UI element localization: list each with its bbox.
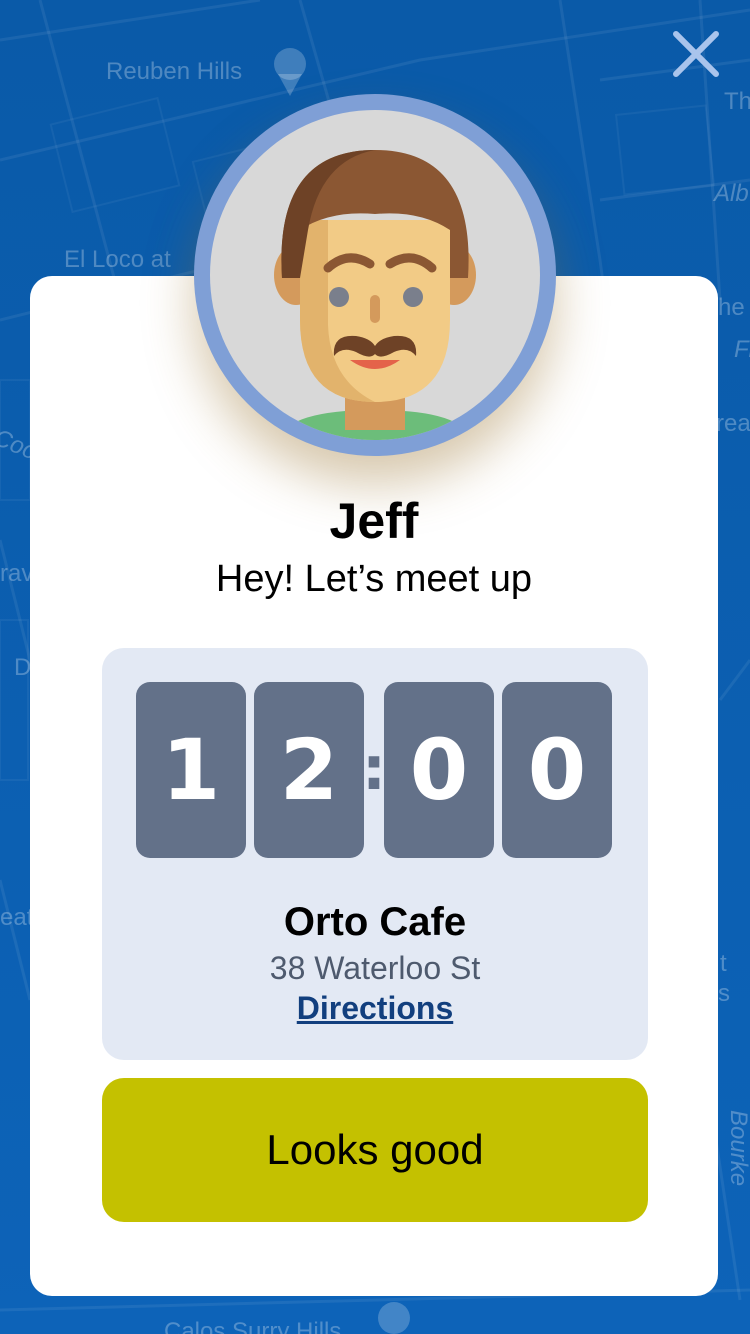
venue-address: 38 Waterloo St	[269, 950, 481, 986]
looks-good-button[interactable]: Looks good	[102, 1078, 648, 1222]
shop-pin-icon	[378, 1302, 410, 1334]
map-label-eat: eat	[0, 904, 34, 931]
time-digit-minute-ones: 0	[502, 682, 612, 858]
time-digit-minute-tens: 0	[384, 682, 494, 858]
map-label-rav: rav	[0, 560, 34, 587]
map-label-fl: Fl	[734, 336, 750, 363]
map-label-s: s	[718, 980, 730, 1007]
map-label-alb: Alb	[714, 180, 749, 207]
meeting-details-panel: 1 2 : 0 0 Orto Cafe 38 Waterloo St Direc…	[102, 648, 648, 1060]
map-label-d: D	[14, 654, 32, 681]
avatar	[194, 94, 556, 456]
map-label-bourke: Bourke	[725, 1110, 750, 1187]
avatar-image	[210, 110, 540, 440]
map-label-th: Th	[724, 88, 750, 115]
meetup-screen: Reuben Hills El Loco at Th Alb he Fl rea…	[0, 0, 750, 1334]
time-separator: :	[362, 734, 386, 804]
map-label-el-loco: El Loco at	[64, 246, 171, 273]
map-label-reuben-hills: Reuben Hills	[106, 58, 243, 85]
invitation-message: Hey! Let’s meet up	[215, 558, 533, 600]
venue-name: Orto Cafe	[283, 900, 467, 944]
man-with-mustache-avatar-icon	[274, 150, 476, 440]
time-digit-hour-ones: 2	[254, 682, 364, 858]
map-label-rea: rea	[716, 410, 750, 437]
close-button[interactable]	[668, 26, 724, 82]
map-label-t: t	[720, 950, 727, 977]
close-icon	[673, 31, 719, 77]
map-label-he: he	[718, 294, 745, 321]
time-digit-hour-tens: 1	[136, 682, 246, 858]
contact-name: Jeff	[329, 493, 419, 549]
directions-link[interactable]: Directions	[102, 990, 648, 1027]
map-label-calos-surry-hills: Calos Surry Hills	[164, 1318, 342, 1334]
